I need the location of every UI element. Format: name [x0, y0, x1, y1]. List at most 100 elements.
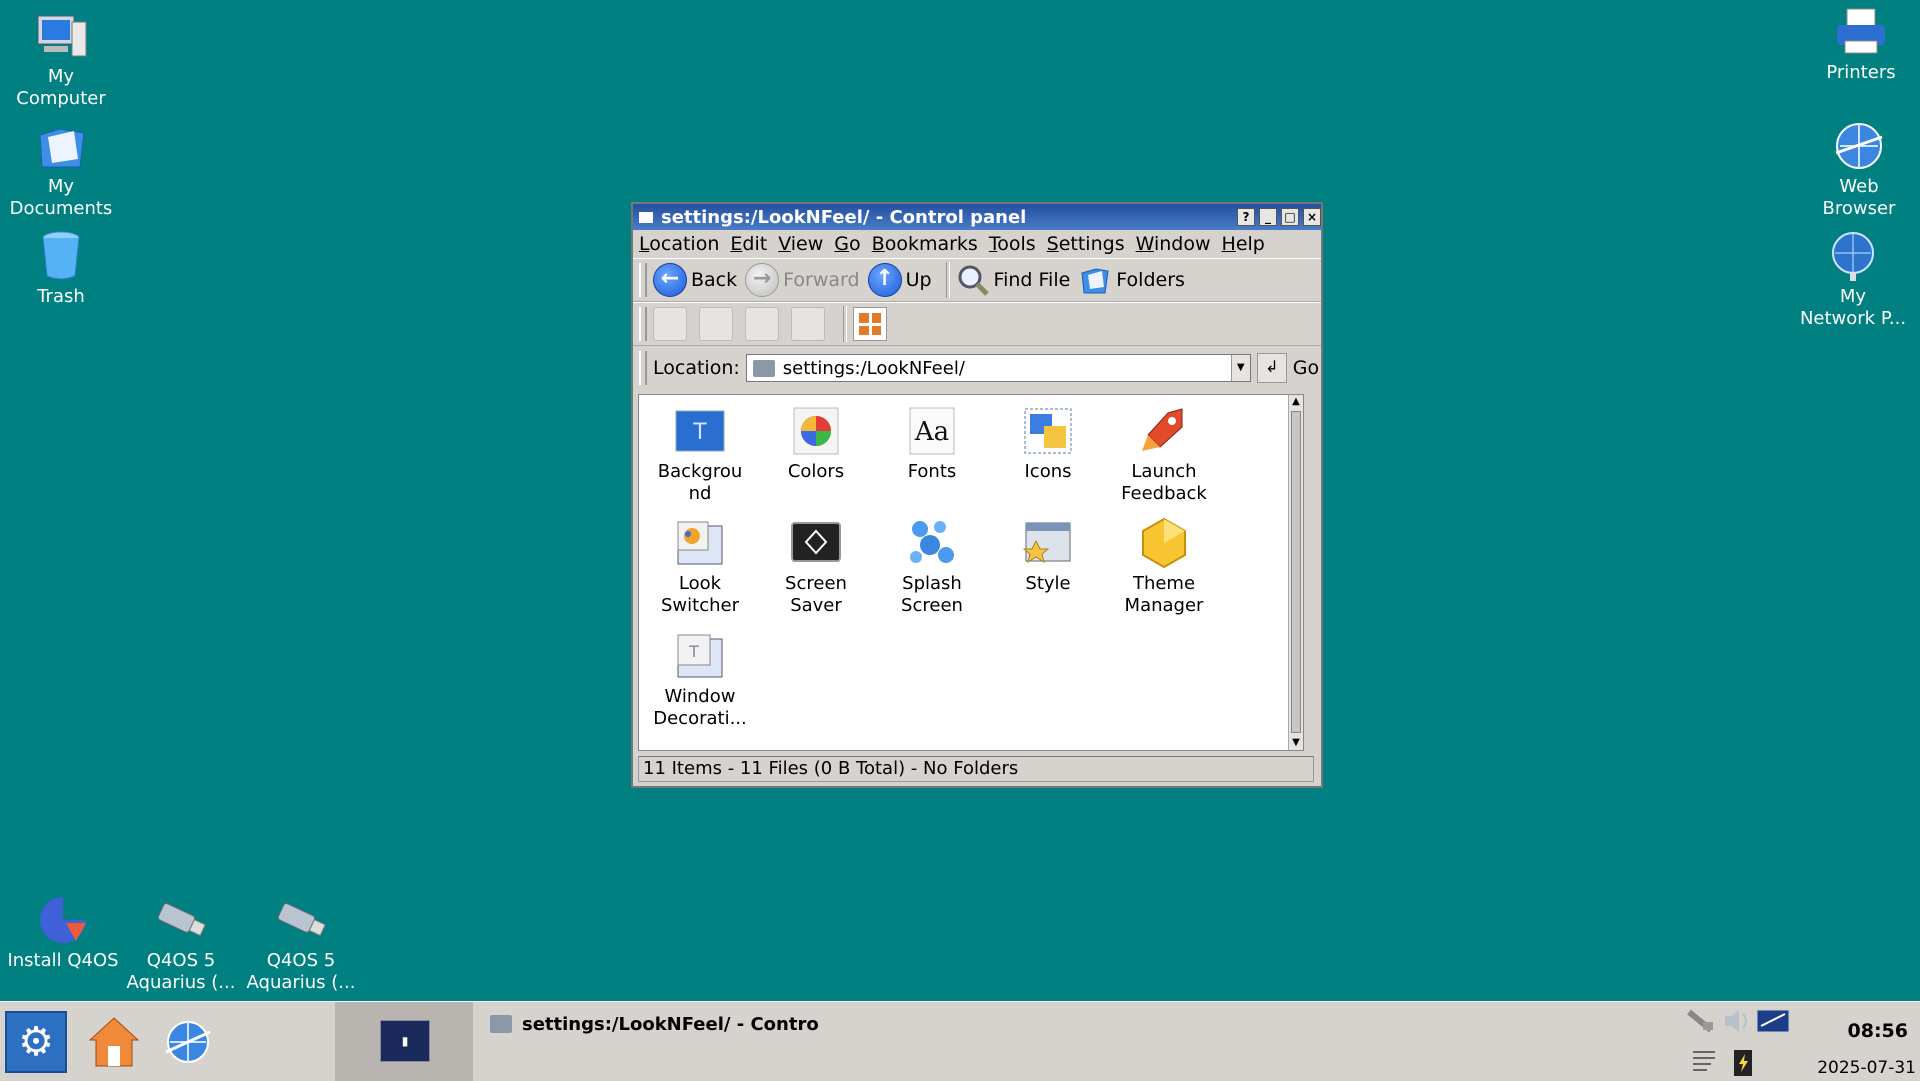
scrollbar-thumb[interactable] [1291, 411, 1301, 733]
desktop-pager[interactable]: ▮ [335, 1002, 473, 1081]
item-look-switcher[interactable]: Look Switcher [643, 517, 757, 617]
desktop-icon-label: Install Q4OS [7, 950, 119, 971]
theme-manager-icon [1138, 517, 1190, 569]
task-title: settings:/LookNFeel/ - Contro [522, 1013, 819, 1035]
menu-window[interactable]: Window [1136, 233, 1211, 255]
folders-button[interactable]: Folders [1078, 263, 1185, 297]
maximize-button[interactable]: □ [1281, 208, 1299, 226]
paste-icon[interactable] [699, 307, 733, 341]
desktop-icon-usb-1[interactable]: Q4OS 5 Aquarius (... [121, 892, 241, 994]
desktop-icon-install[interactable]: Install Q4OS [3, 892, 123, 972]
control-panel-window: settings:/LookNFeel/ - Control panel ? _… [631, 202, 1323, 788]
svg-text:T: T [692, 420, 707, 445]
desktop-icon-label: Printers [1826, 62, 1896, 83]
desktop-icon-usb-2[interactable]: Q4OS 5 Aquarius (... [241, 892, 361, 994]
battery-icon[interactable] [1731, 1046, 1755, 1076]
minimize-button[interactable]: _ [1259, 208, 1277, 226]
desktop-icon-printers[interactable]: Printers [1801, 4, 1920, 84]
folder-icon [490, 1015, 512, 1033]
system-tray [1685, 1002, 1790, 1081]
item-splash-screen[interactable]: Splash Screen [875, 517, 989, 617]
web-browser-launcher[interactable] [158, 1011, 218, 1073]
forward-button[interactable]: → Forward [745, 263, 860, 297]
secondary-toolbar [633, 302, 1321, 346]
desktop-icon-my-documents[interactable]: My Documents [1, 118, 121, 220]
item-label: Look Switcher [661, 573, 739, 616]
desktop-icon-trash[interactable]: Trash [1, 228, 121, 308]
go-label: Go [1292, 357, 1320, 379]
item-background[interactable]: T Backgrou nd [643, 405, 757, 505]
undo-icon[interactable] [791, 307, 825, 341]
scroll-up-arrow[interactable]: ▲ [1289, 395, 1303, 409]
item-icons[interactable]: Icons [991, 405, 1105, 483]
find-file-button[interactable]: Find File [956, 263, 1071, 297]
display-icon[interactable] [1755, 1006, 1791, 1036]
usb-drive-icon [273, 892, 329, 948]
folders-label: Folders [1116, 269, 1185, 291]
taskbar-task-control-panel[interactable]: settings:/LookNFeel/ - Contro [490, 1010, 830, 1038]
close-button[interactable]: × [1303, 208, 1321, 226]
desktop-icon-label: Trash [37, 286, 85, 307]
menu-tools[interactable]: Tools [989, 233, 1036, 255]
find-file-label: Find File [993, 269, 1071, 291]
svg-text:Aa: Aa [914, 417, 949, 447]
notes-icon[interactable] [1689, 1046, 1719, 1076]
network-icon [1825, 228, 1881, 284]
start-menu-button[interactable]: ⚙ [5, 1011, 67, 1073]
item-colors[interactable]: Colors [759, 405, 873, 483]
item-window-decorations[interactable]: T Window Decorati... [643, 630, 757, 730]
menu-location[interactable]: Location [639, 233, 719, 255]
up-button[interactable]: ↑ Up [867, 263, 932, 297]
item-screen-saver[interactable]: Screen Saver [759, 517, 873, 617]
menu-go[interactable]: Go [834, 233, 860, 255]
item-launch-feedback[interactable]: Launch Feedback [1107, 405, 1221, 505]
menu-view[interactable]: View [778, 233, 823, 255]
desktop-icon-label: Q4OS 5 Aquarius (... [246, 950, 356, 993]
toolbar-grip[interactable] [639, 307, 647, 341]
home-icon [88, 1017, 140, 1067]
web-browser-icon [1831, 118, 1887, 174]
clock-date: 2025-07-31 [1817, 1058, 1916, 1078]
location-label: Location: [653, 357, 740, 379]
go-button[interactable]: ↲ Go [1256, 353, 1320, 383]
up-label: Up [905, 269, 932, 291]
menu-help[interactable]: Help [1222, 233, 1265, 255]
item-style[interactable]: Style [991, 517, 1105, 595]
desktop-icon-network[interactable]: My Network P... [1793, 228, 1913, 330]
chevron-down-icon[interactable]: ▼ [1230, 355, 1250, 381]
menu-bookmarks[interactable]: Bookmarks [872, 233, 978, 255]
file-view[interactable]: T Backgrou nd Colors Aa Fonts Icons Laun… [638, 394, 1304, 751]
toolbar-grip[interactable] [639, 263, 647, 297]
network-status-icon[interactable] [1685, 1006, 1719, 1036]
toolbar-separator [945, 262, 950, 298]
desktop-icon-my-computer[interactable]: My Computer [1, 8, 121, 110]
desktop-icon-label: My Computer [16, 66, 106, 109]
item-theme-manager[interactable]: Theme Manager [1107, 517, 1221, 617]
look-switcher-icon [674, 517, 726, 569]
vertical-scrollbar[interactable]: ▲ ▼ [1288, 395, 1303, 750]
menu-settings[interactable]: Settings [1047, 233, 1125, 255]
scroll-down-arrow[interactable]: ▼ [1289, 736, 1303, 750]
window-titlebar[interactable]: settings:/LookNFeel/ - Control panel ? _… [633, 204, 1321, 230]
back-button[interactable]: ← Back [653, 263, 737, 297]
volume-icon[interactable] [1721, 1006, 1755, 1036]
item-label: Colors [787, 461, 845, 482]
location-value: settings:/LookNFeel/ [782, 357, 965, 379]
fonts-icon: Aa [906, 405, 958, 457]
location-input[interactable]: settings:/LookNFeel/ ▼ [745, 354, 1251, 382]
location-bar: Location: settings:/LookNFeel/ ▼ ↲ Go [633, 346, 1321, 390]
toolbar-grip[interactable] [639, 351, 647, 385]
desktop-icon-web-browser[interactable]: Web Browser [1799, 118, 1919, 220]
pager-desktop-1[interactable]: ▮ [380, 1020, 430, 1062]
menu-edit[interactable]: Edit [730, 233, 767, 255]
help-button[interactable]: ? [1237, 208, 1255, 226]
forward-arrow-icon: → [745, 263, 780, 297]
trash-can-icon[interactable] [745, 307, 779, 341]
up-arrow-icon: ↑ [867, 263, 902, 297]
home-folder-launcher[interactable] [84, 1011, 144, 1073]
item-fonts[interactable]: Aa Fonts [875, 405, 989, 483]
icon-view-icon[interactable] [853, 307, 887, 341]
copy-icon[interactable] [653, 307, 687, 341]
clock-time[interactable]: 08:56 [1848, 1020, 1908, 1042]
toolbar-separator [843, 306, 847, 342]
